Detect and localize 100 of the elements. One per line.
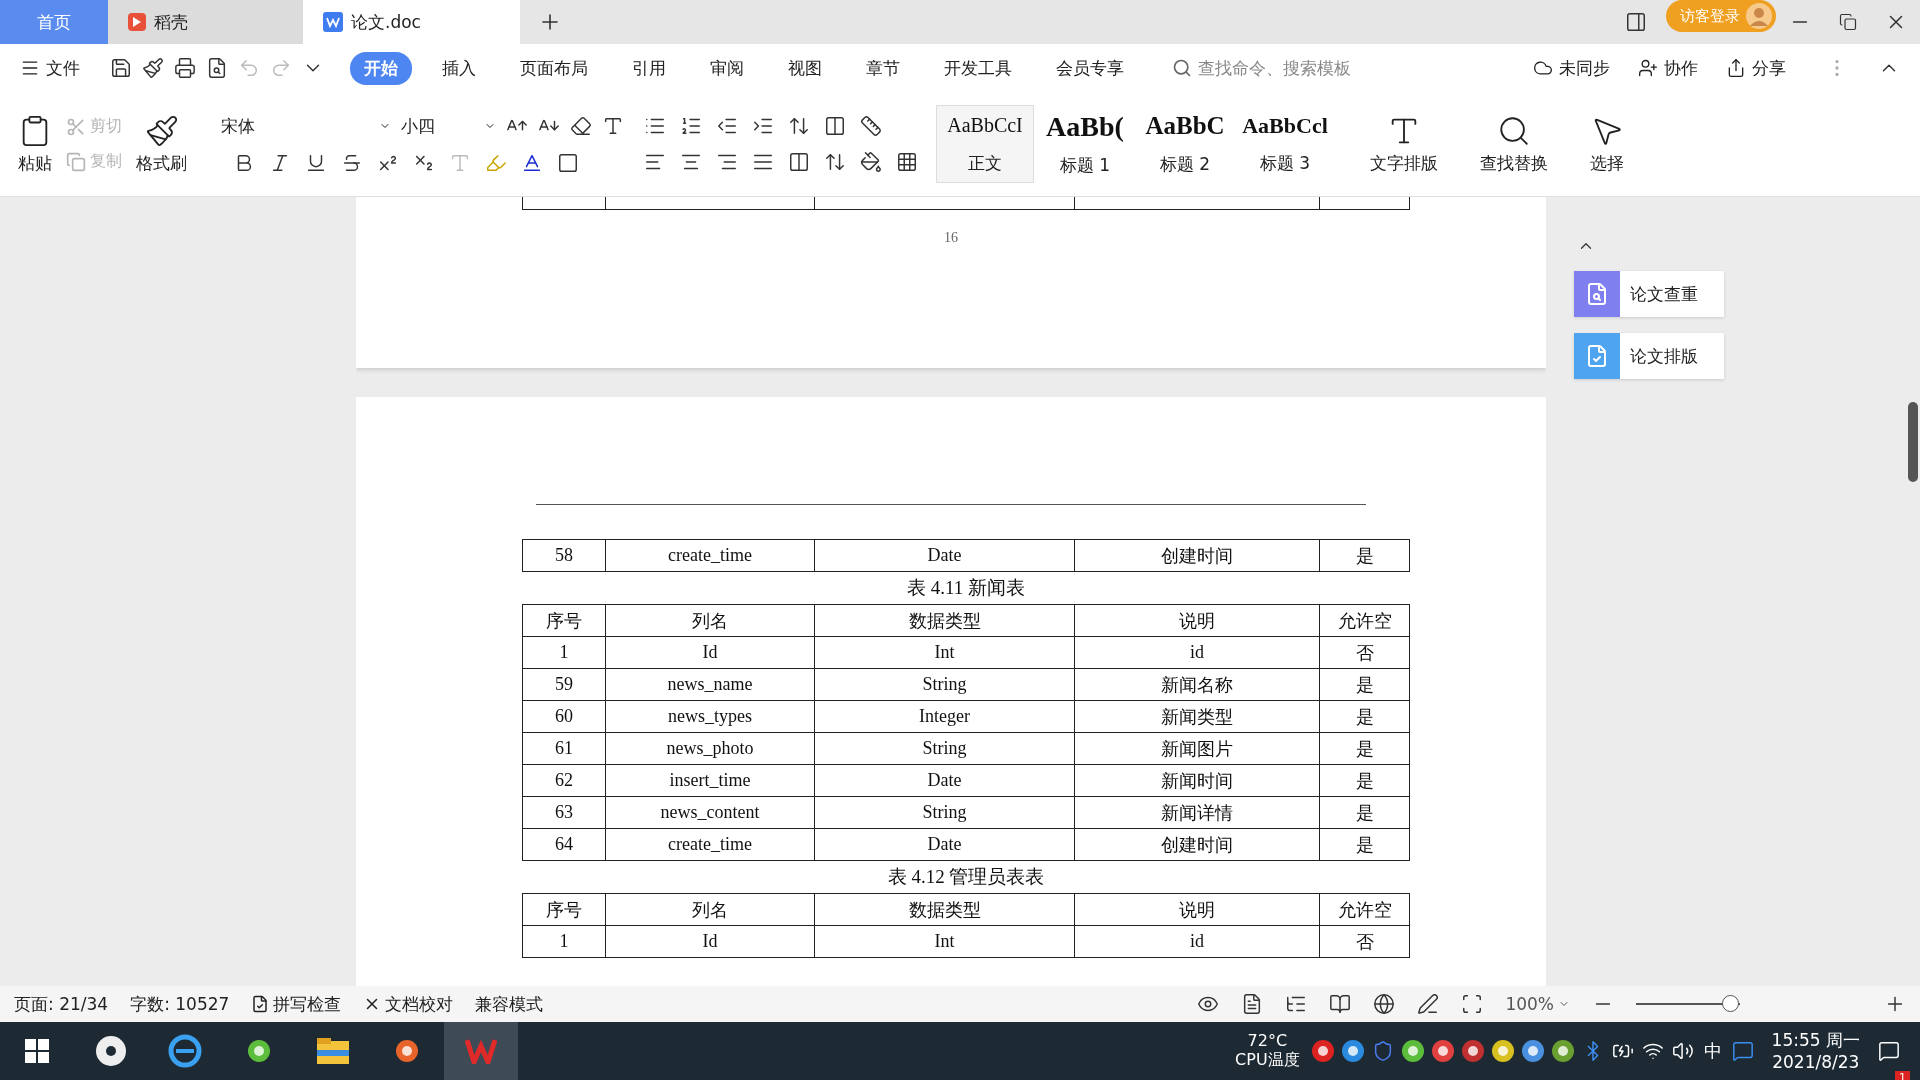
ribbon-tab[interactable]: 插入 xyxy=(428,51,490,85)
ribbon-tab[interactable]: 引用 xyxy=(618,51,680,85)
column-header: 序号 xyxy=(523,605,606,637)
header-action-button[interactable]: 未同步 xyxy=(1533,56,1610,80)
tray-app-icon[interactable] xyxy=(1339,1038,1366,1064)
compat-mode-label: 兼容模式 xyxy=(475,992,544,1016)
folder-icon[interactable] xyxy=(317,1038,349,1064)
tray-app-icon[interactable] xyxy=(1459,1038,1486,1064)
tray-app-icon[interactable] xyxy=(1519,1038,1546,1064)
ribbon-tab[interactable]: 开发工具 xyxy=(930,51,1026,85)
docer-logo-icon xyxy=(128,13,146,31)
ruler-icon[interactable] xyxy=(860,115,882,137)
ribbon-tool-button[interactable]: 选择 xyxy=(1584,113,1630,175)
status-tool-button[interactable]: 拼写检查 xyxy=(251,992,342,1016)
reading-view-icon[interactable] xyxy=(1329,993,1352,1015)
brush-icon xyxy=(144,113,179,148)
volume-icon[interactable] xyxy=(1671,1040,1694,1062)
numbered-list-icon[interactable] xyxy=(680,115,702,137)
web-view-icon[interactable] xyxy=(1373,993,1396,1015)
ribbon-tab[interactable]: 章节 xyxy=(852,51,914,85)
clear-format-icon[interactable] xyxy=(570,115,592,137)
table-cell: 是 xyxy=(1320,733,1410,765)
command-search-field[interactable]: 查找命令、搜索模板 xyxy=(1172,57,1400,79)
side-panel-button[interactable]: 论文查重 xyxy=(1574,271,1724,317)
tab-label: 首页 xyxy=(37,10,71,34)
tab-label: 稻壳 xyxy=(154,10,188,34)
page-count: 页面: 21/34 xyxy=(14,992,109,1016)
distribute-icon[interactable] xyxy=(788,151,810,173)
clock[interactable]: 15:55 周一 2021/8/23 xyxy=(1771,1029,1860,1073)
table-caption: 表 4.12 管理员表表 xyxy=(887,865,1045,889)
layout-icon[interactable] xyxy=(1625,11,1647,33)
borders-icon[interactable] xyxy=(896,151,918,173)
table-cell: news_content xyxy=(606,797,815,829)
tray-app-icon[interactable] xyxy=(1309,1038,1336,1064)
scissors-icon xyxy=(66,116,86,137)
table-cell: id xyxy=(1075,926,1320,958)
ribbon-tab[interactable]: 页面布局 xyxy=(506,51,602,85)
table-cell: 创建时间 xyxy=(1075,829,1320,861)
ribbon-tab[interactable]: 视图 xyxy=(774,51,836,85)
share-icon xyxy=(1726,58,1746,78)
ribbon-tab[interactable]: 开始 xyxy=(350,51,412,85)
tray-app-icon[interactable] xyxy=(1489,1038,1516,1064)
zoom-select[interactable]: 100% xyxy=(1505,994,1570,1014)
restore-icon[interactable] xyxy=(1839,13,1857,31)
table-cell: 创建时间 xyxy=(1075,540,1320,572)
notification-icon[interactable] xyxy=(1878,1040,1900,1062)
line-spacing-icon[interactable] xyxy=(824,151,846,173)
font-select[interactable]: 宋体 xyxy=(221,114,391,138)
document-tab[interactable]: 稻壳 xyxy=(108,0,303,44)
side-panel-button[interactable]: 论文排版 xyxy=(1574,333,1724,379)
tab-label: 论文.doc xyxy=(351,10,421,34)
table-cell: Date xyxy=(815,765,1075,797)
cpu-temperature-label: CPU温度 xyxy=(1235,1050,1300,1071)
font-size-select[interactable]: 小四 xyxy=(401,114,496,138)
format-painter-button[interactable]: 格式刷 xyxy=(130,113,193,175)
table-cell: 60 xyxy=(523,701,606,733)
ribbon-tab[interactable]: 审阅 xyxy=(696,51,758,85)
file-menu[interactable]: 文件 xyxy=(20,56,80,80)
fit-page-icon[interactable] xyxy=(1461,993,1484,1015)
shading-icon[interactable] xyxy=(860,151,882,173)
tray-app-icon[interactable] xyxy=(1549,1038,1576,1064)
ribbon-tool-button[interactable]: 文字排版 xyxy=(1364,113,1444,175)
document-tab[interactable]: 论文.doc xyxy=(303,0,520,44)
pen-icon[interactable] xyxy=(1417,993,1440,1015)
avatar-icon xyxy=(1746,3,1772,29)
save-icon[interactable] xyxy=(110,57,132,79)
sort-icon[interactable] xyxy=(788,115,810,137)
paste-button[interactable]: 粘贴 xyxy=(12,113,58,175)
sync-icon xyxy=(1533,58,1553,78)
status-tool-button[interactable]: 文档校对 xyxy=(363,992,454,1016)
print-preview-icon[interactable] xyxy=(206,57,228,79)
ribbon-tab[interactable]: 会员专享 xyxy=(1042,51,1138,85)
columns-icon[interactable] xyxy=(824,115,846,137)
table-cell: Int xyxy=(815,926,1075,958)
style-preset[interactable]: AaBbCcI 正文 xyxy=(936,105,1034,183)
column-header: 列名 xyxy=(606,894,815,926)
zoom-slider-thumb[interactable] xyxy=(1722,995,1739,1012)
table-cell: Date xyxy=(815,829,1075,861)
column-header: 说明 xyxy=(1075,605,1320,637)
header-action-button[interactable]: 分享 xyxy=(1726,56,1786,80)
table-cell: 新闻时间 xyxy=(1075,765,1320,797)
input-method-indicator[interactable]: 中 xyxy=(1697,1022,1728,1080)
ribbon-tool-button[interactable]: 查找替换 xyxy=(1474,113,1554,175)
table-cell: news_name xyxy=(606,669,815,701)
chat-icon[interactable] xyxy=(1731,1040,1754,1062)
brush-icon[interactable] xyxy=(142,57,164,79)
tray-app-icon[interactable] xyxy=(1429,1038,1456,1064)
table-cell: 58 xyxy=(523,540,606,572)
app-icon[interactable] xyxy=(394,1038,420,1064)
print-icon[interactable] xyxy=(174,57,196,79)
header-action-button[interactable]: 协作 xyxy=(1638,56,1698,80)
search-icon xyxy=(1172,58,1192,78)
table-cell: 否 xyxy=(1320,637,1410,669)
tray-app-icon[interactable] xyxy=(1399,1038,1426,1064)
scrollbar-thumb[interactable] xyxy=(1908,402,1918,482)
document-icon xyxy=(1574,271,1620,317)
char-border-icon[interactable] xyxy=(557,151,579,174)
table-cell: 是 xyxy=(1320,701,1410,733)
column-header: 数据类型 xyxy=(815,894,1075,926)
table-cell: 62 xyxy=(523,765,606,797)
